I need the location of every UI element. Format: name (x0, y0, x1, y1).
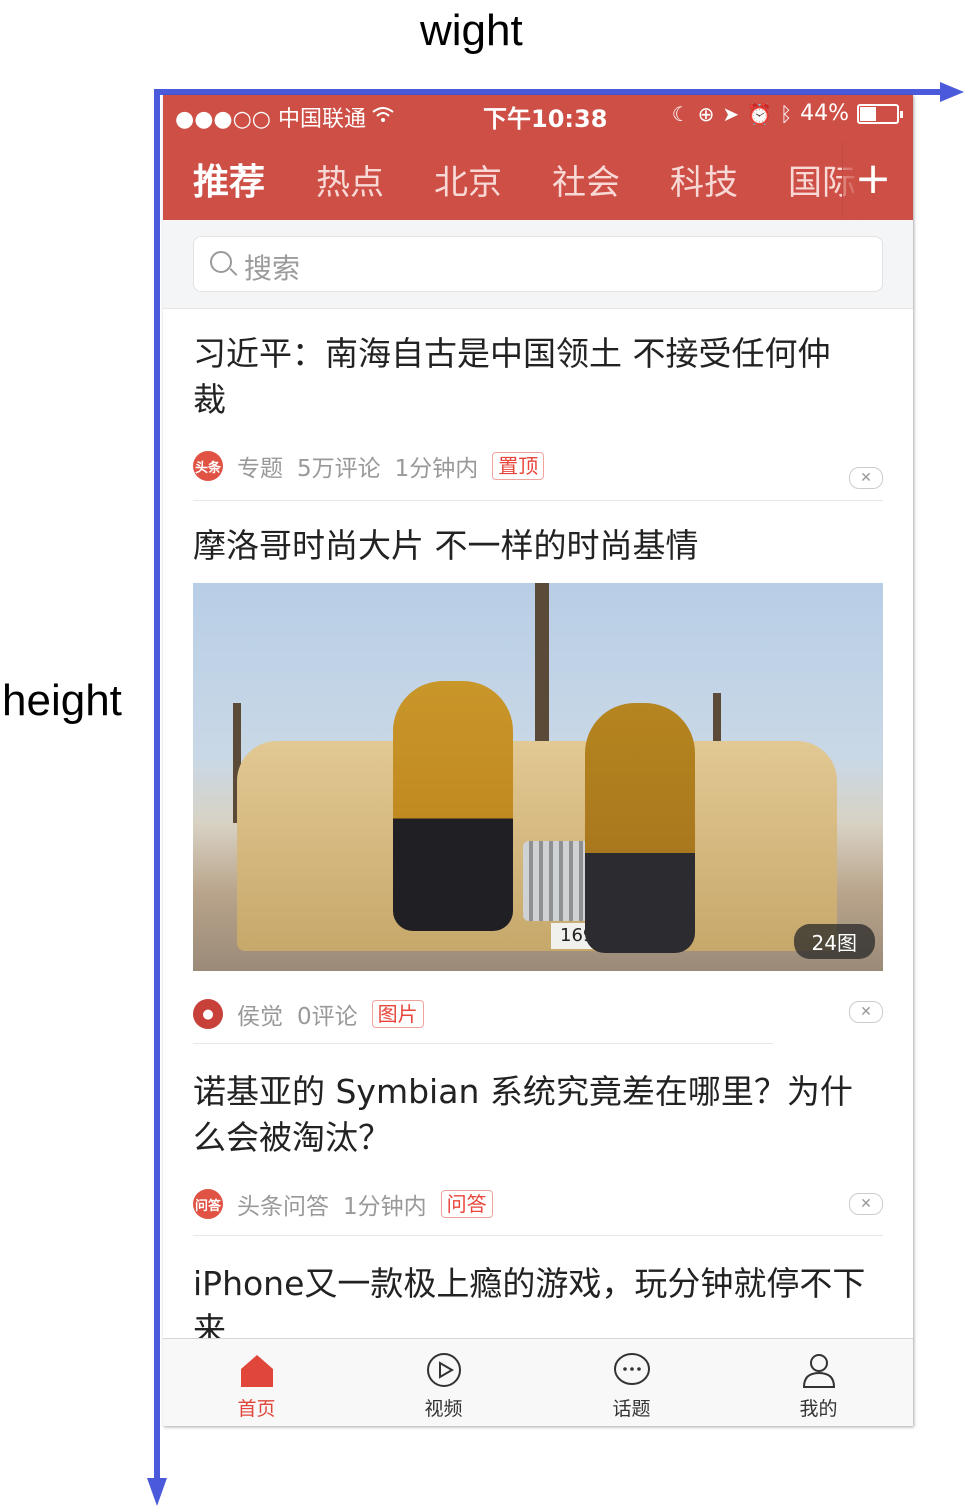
tab-home[interactable]: 首页 (163, 1339, 350, 1426)
width-axis-arrow-icon (940, 82, 964, 102)
battery-icon (857, 103, 903, 124)
article-tag: 置顶 (492, 452, 545, 480)
battery-percent: 44% (800, 101, 849, 126)
article-tag: 问答 (440, 1190, 493, 1218)
bottom-tab-bar: 首页 视频 话题 我的 (163, 1338, 913, 1426)
article-comments: 5万评论 (297, 456, 381, 482)
dislike-close-icon[interactable]: ✕ (849, 467, 883, 489)
add-channel-button[interactable]: + (842, 141, 903, 217)
channel-tab-recommend[interactable]: 推荐 (193, 153, 265, 205)
list-item[interactable]: 习近平：南海自古是中国领土 不接受任何仲裁 头条 专题 5万评论 1分钟内 置顶… (193, 331, 883, 501)
article-time: 1分钟内 (394, 456, 479, 482)
channel-tab-hot[interactable]: 热点 (316, 155, 384, 204)
search-placeholder: 搜索 (244, 252, 301, 285)
home-icon (241, 1355, 273, 1387)
channel-bar: 推荐 热点 北京 社会 科技 国际 + (163, 133, 913, 220)
tab-topics[interactable]: 话题 (538, 1339, 725, 1426)
location-icon: ➤ (722, 101, 740, 126)
article-title[interactable]: 习近平：南海自古是中国领土 不接受任何仲裁 (193, 331, 863, 423)
article-meta: ● 侯觉 0评论 图片 (193, 997, 424, 1031)
channel-tab-beijing[interactable]: 北京 (434, 155, 502, 204)
search-input[interactable]: 搜索 (193, 236, 883, 292)
tab-home-label: 首页 (237, 1398, 276, 1420)
carrier-info: ●●●○○ 中国联通 (175, 101, 394, 133)
status-bar: ●●●○○ 中国联通 下午10:38 ☾ ⊕ ➤ ⏰ ᛒ 44% (163, 95, 913, 133)
search-icon (210, 251, 232, 273)
list-item[interactable]: 诺基亚的 Symbian 系统究竟差在哪里？为什么会被淘汰？ 问答 头条问答 1… (193, 1069, 883, 1239)
status-right: ☾ ⊕ ➤ ⏰ ᛒ 44% (671, 101, 903, 126)
article-time: 1分钟内 (343, 1194, 427, 1220)
wenda-source-icon: 问答 (193, 1189, 223, 1219)
channel-tab-tech[interactable]: 科技 (670, 155, 738, 204)
chat-bubble-icon (614, 1353, 650, 1385)
tab-video[interactable]: 视频 (350, 1339, 537, 1426)
moon-icon: ☾ (671, 101, 690, 126)
article-source[interactable]: 专题 (237, 449, 283, 483)
rotation-lock-icon: ⊕ (697, 101, 715, 126)
article-source[interactable]: 头条问答 (237, 1187, 329, 1221)
toutiao-source-icon: 头条 (193, 451, 223, 481)
search-bar: 搜索 (163, 220, 913, 309)
tab-video-label: 视频 (424, 1398, 463, 1420)
author-avatar: ● (193, 999, 223, 1029)
article-tag: 图片 (371, 1000, 424, 1028)
article-source[interactable]: 侯觉 (237, 997, 283, 1031)
wifi-icon (372, 105, 394, 129)
divider (193, 1235, 883, 1236)
width-annotation-label: wight (420, 6, 523, 55)
battery-fill (860, 106, 876, 121)
play-video-icon (427, 1353, 461, 1387)
tab-topics-label: 话题 (612, 1398, 651, 1420)
height-axis-line (154, 89, 160, 1481)
dislike-close-icon[interactable]: ✕ (849, 1193, 883, 1215)
divider (193, 500, 883, 501)
phone-screen: ●●●○○ 中国联通 下午10:38 ☾ ⊕ ➤ ⏰ ᛒ 44% 推荐 热点 北… (163, 95, 913, 1426)
carrier-label: ●●●○○ 中国联通 (175, 107, 366, 132)
tab-mine-label: 我的 (799, 1398, 838, 1420)
article-title[interactable]: 诺基亚的 Symbian 系统究竟差在哪里？为什么会被淘汰？ (193, 1069, 863, 1161)
article-meta: 头条 专题 5万评论 1分钟内 置顶 (193, 449, 545, 483)
list-item[interactable]: 摩洛哥时尚大片 不一样的时尚基情 169·11|26 24图 ● 侯觉 0评论 … (193, 523, 883, 1043)
divider (193, 1043, 773, 1044)
article-title[interactable]: 摩洛哥时尚大片 不一样的时尚基情 (193, 523, 883, 569)
article-meta: 问答 头条问答 1分钟内 问答 (193, 1187, 493, 1221)
model-figure (585, 703, 695, 953)
article-comments: 0评论 (297, 1004, 358, 1030)
dislike-close-icon[interactable]: ✕ (849, 1001, 883, 1023)
image-count-badge: 24图 (793, 924, 875, 959)
height-annotation-label: height (2, 676, 122, 725)
tab-mine[interactable]: 我的 (725, 1339, 912, 1426)
channel-tab-society[interactable]: 社会 (552, 155, 620, 204)
height-axis-arrow-icon (147, 1478, 167, 1506)
user-profile-icon (802, 1354, 836, 1388)
article-photo[interactable]: 169·11|26 24图 (193, 583, 883, 971)
model-figure (393, 681, 513, 931)
bluetooth-icon: ᛒ (780, 101, 793, 126)
battery-tip (900, 110, 903, 118)
status-time: 下午10:38 (483, 105, 608, 133)
alarm-icon: ⏰ (747, 101, 773, 126)
